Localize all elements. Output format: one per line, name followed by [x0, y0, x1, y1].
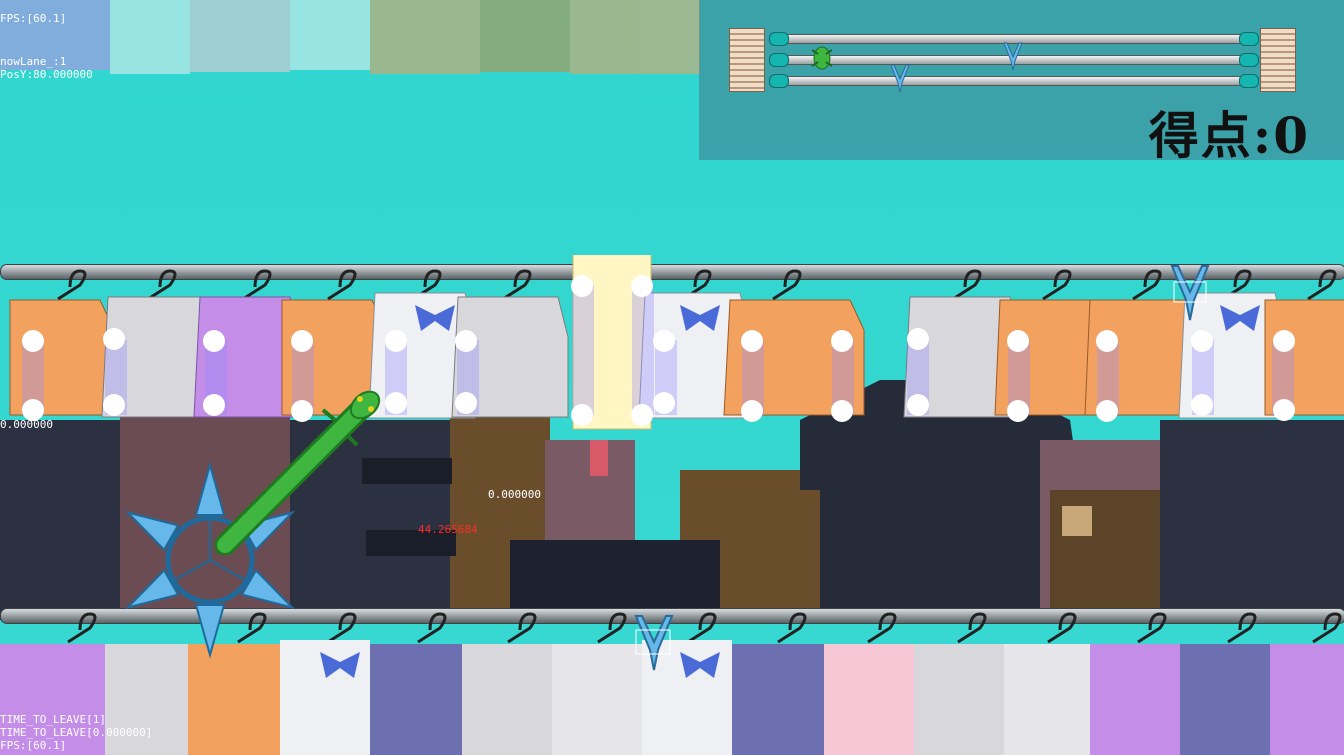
debug-value-left: 0.000000 [0, 418, 53, 431]
minimap-right-rack [1260, 28, 1296, 92]
upper-clothes-row [9, 255, 1344, 430]
clothespin-icon [1170, 265, 1210, 321]
debug-fps-top: FPS:[60.1] [0, 12, 67, 25]
clothespin-icon [634, 615, 674, 671]
minimap-player-lizard-icon [811, 46, 833, 70]
minimap-clothespin-icon [1003, 42, 1023, 71]
hud-panel: 得点:0 [699, 0, 1344, 165]
debug-value-mid: 0.000000 [488, 488, 541, 501]
debug-now-lane: nowLane_:1 [0, 55, 67, 68]
debug-fps-bottom: FPS:[60.1] [0, 739, 67, 752]
minimap-lane-3 [769, 74, 1259, 88]
debug-time-to-leave-value: TIME_TO_LEAVE[0.000000] [0, 726, 153, 739]
minimap-clothespin-icon [890, 64, 910, 93]
lizard-icon [215, 390, 381, 555]
debug-angle-red: 44.265684 [418, 523, 478, 536]
score-label: 得点:0 [1148, 106, 1310, 165]
minimap-left-rack [729, 28, 765, 92]
debug-time-to-leave-count: TIME_TO_LEAVE[1] [0, 713, 106, 726]
debug-pos-y: PosY:80.000000 [0, 68, 93, 81]
